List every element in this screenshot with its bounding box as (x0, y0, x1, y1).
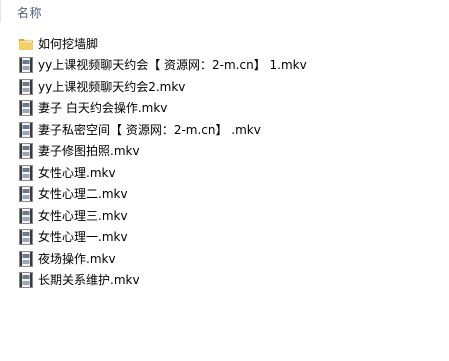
file-name: 妻子 白天约会操作.mkv (38, 101, 168, 116)
list-item[interactable]: 女性心理二.mkv (0, 184, 449, 206)
list-item[interactable]: 妻子私密空间【 资源网：2-m.cn】 .mkv (0, 119, 449, 141)
file-name: 长期关系维护.mkv (38, 273, 140, 288)
file-name: yy上课视频聊天约会【 资源网：2-m.cn】 1.mkv (38, 58, 307, 73)
file-name: 女性心理.mkv (38, 165, 116, 180)
list-item[interactable]: 女性心理三.mkv (0, 205, 449, 227)
video-file-icon (18, 100, 34, 117)
list-item[interactable]: 女性心理.mkv (0, 162, 449, 184)
list-item[interactable]: 长期关系维护.mkv (0, 270, 449, 292)
file-list: 如何挖墙脚 yy上课视频聊天约会【 资源网：2-m.cn】 1.mkv yy上课… (0, 33, 449, 291)
list-item[interactable]: 妻子修图拍照.mkv (0, 141, 449, 163)
file-name: 夜场操作.mkv (38, 251, 116, 266)
file-name: 女性心理三.mkv (38, 208, 128, 223)
file-name: 如何挖墙脚 (38, 36, 99, 51)
list-item[interactable]: yy上课视频聊天约会【 资源网：2-m.cn】 1.mkv (0, 55, 449, 77)
name-column-header[interactable]: 名称 (17, 4, 42, 21)
file-name: 妻子修图拍照.mkv (38, 144, 140, 159)
list-item[interactable]: 女性心理一.mkv (0, 227, 449, 249)
video-file-icon (18, 78, 34, 95)
video-file-icon (18, 186, 34, 203)
video-file-icon (18, 272, 34, 289)
column-header: 名称 (0, 0, 449, 22)
video-file-icon (18, 57, 34, 74)
list-item[interactable]: 如何挖墙脚 (0, 33, 449, 55)
column-divider[interactable] (0, 0, 1, 22)
list-item[interactable]: yy上课视频聊天约会2.mkv (0, 76, 449, 98)
video-file-icon (18, 121, 34, 138)
video-file-icon (18, 207, 34, 224)
file-name: 女性心理二.mkv (38, 187, 128, 202)
file-name: 妻子私密空间【 资源网：2-m.cn】 .mkv (38, 122, 261, 137)
file-name: yy上课视频聊天约会2.mkv (38, 79, 186, 94)
video-file-icon (18, 229, 34, 246)
list-item[interactable]: 妻子 白天约会操作.mkv (0, 98, 449, 120)
video-file-icon (18, 250, 34, 267)
video-file-icon (18, 143, 34, 160)
folder-icon (18, 36, 34, 52)
video-file-icon (18, 164, 34, 181)
file-name: 女性心理一.mkv (38, 230, 128, 245)
list-item[interactable]: 夜场操作.mkv (0, 248, 449, 270)
